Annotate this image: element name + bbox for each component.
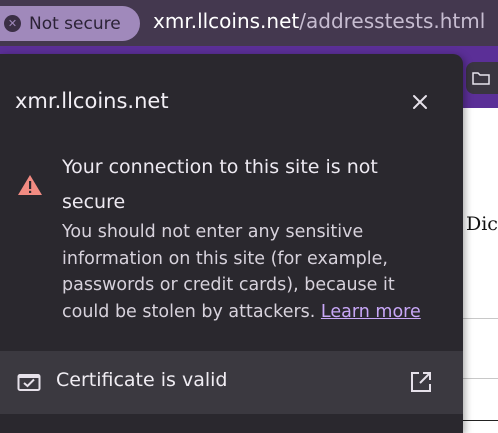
warning-triangle-icon [18,175,42,195]
certificate-row[interactable]: Certificate is valid [0,351,463,414]
not-secure-x-icon: ✕ [4,15,21,32]
page-divider [462,378,498,379]
page-divider [462,318,498,319]
close-icon [413,95,427,109]
certificate-check-icon [17,374,41,391]
page-partial-text: Dic [466,213,498,235]
browser-window: Dic ✕ Not secure xmr.llcoins.net/address… [0,0,498,433]
url-host: xmr.llcoins.net [153,9,300,33]
learn-more-link[interactable]: Learn more [321,302,421,322]
warning-heading: Your connection to this site is not secu… [62,156,378,213]
certificate-label: Certificate is valid [56,369,228,391]
security-chip-label: Not secure [29,13,121,34]
popup-title: xmr.llcoins.net [15,89,169,113]
open-external-icon [411,372,431,392]
url-path: /addresstests.html [299,9,486,33]
security-chip[interactable]: ✕ Not secure [0,6,140,41]
toolbar-folder-button[interactable] [466,62,498,94]
url-text[interactable]: xmr.llcoins.net/addresstests.html [153,9,485,33]
site-info-popup: xmr.llcoins.net Your connection to this … [0,54,463,433]
close-button[interactable] [406,88,434,116]
folder-icon [472,72,490,85]
warning-body: You should not enter any sensitive infor… [62,219,442,325]
address-bar: ✕ Not secure xmr.llcoins.net/addresstest… [0,0,498,46]
